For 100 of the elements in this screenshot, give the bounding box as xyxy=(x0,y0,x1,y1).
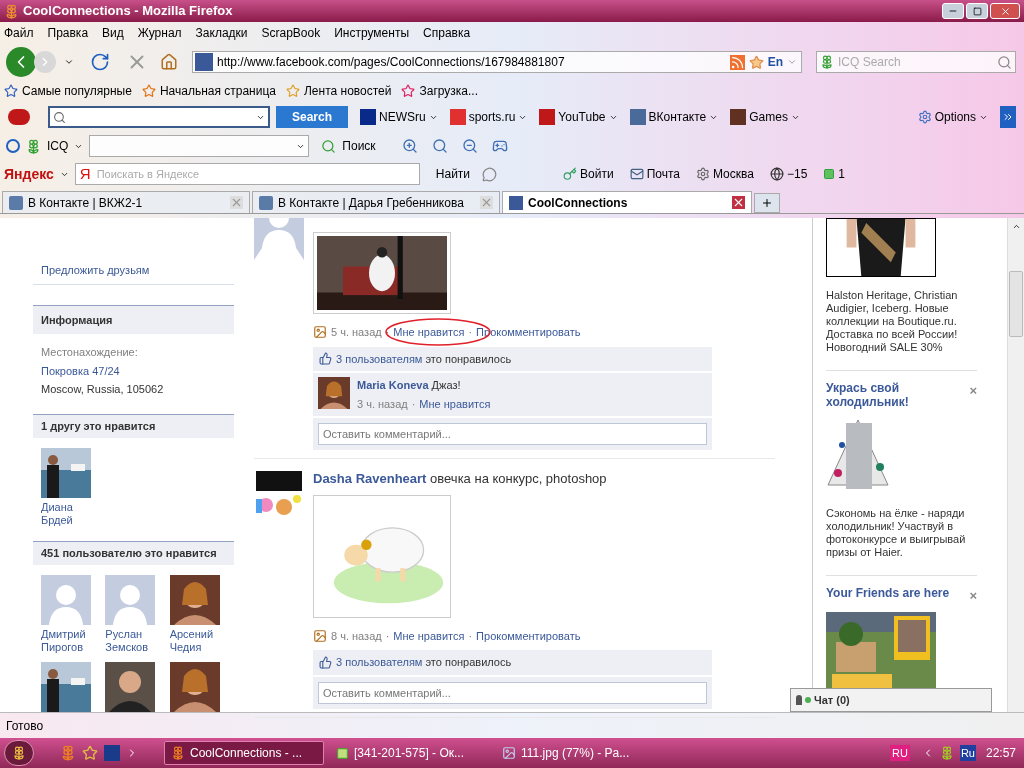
ad-close-button[interactable]: × xyxy=(969,586,977,606)
zoom-in-icon[interactable] xyxy=(401,138,418,154)
zoom-reset-icon[interactable] xyxy=(431,138,448,154)
firefox-icon[interactable] xyxy=(60,745,76,761)
more-button[interactable] xyxy=(1000,106,1016,128)
tab-close-icon[interactable] xyxy=(732,196,745,209)
author-link[interactable]: Dasha Ravenheart xyxy=(313,471,427,486)
taskbar-window[interactable]: [341-201-575] - Ок... xyxy=(330,741,490,765)
toolbar-link[interactable]: NEWSru xyxy=(379,108,426,126)
toolbar-item[interactable]: Войти xyxy=(580,165,614,183)
likes-count-link[interactable]: 3 пользователям xyxy=(336,656,423,668)
toolbar-link[interactable]: ВКонтакте xyxy=(648,108,707,126)
bookmark-item[interactable]: Загрузка... xyxy=(419,82,478,100)
back-button[interactable] xyxy=(6,47,36,77)
icq-search-field[interactable]: ICQ Search xyxy=(816,51,1016,73)
comment-input[interactable]: Оставить комментарий... xyxy=(318,681,707,704)
browser-tab[interactable]: CoolConnections xyxy=(502,191,752,213)
language-indicator[interactable]: RU xyxy=(890,744,910,762)
address-bar[interactable]: http://www.facebook.com/pages/CoolConnections/167984881807 En xyxy=(192,51,802,73)
ask-search-field[interactable] xyxy=(48,106,270,128)
browser-tab[interactable]: В Контакте | ВКЖ2-1 xyxy=(2,191,250,213)
comment-input[interactable]: Оставить комментарий... xyxy=(318,423,707,445)
ad-title[interactable]: Your Friends are here xyxy=(826,586,950,606)
language-indicator[interactable]: En xyxy=(767,53,783,71)
news-logo-icon xyxy=(360,109,376,125)
search-input[interactable]: Поискать в Яндексе xyxy=(96,165,415,183)
ad-title[interactable]: Укрась свой холодильник! xyxy=(826,381,966,409)
comment-like-link[interactable]: Мне нравится xyxy=(419,395,491,412)
maximize-button[interactable] xyxy=(966,3,988,19)
comment-author-link[interactable]: Maria Koneva xyxy=(357,379,429,391)
search-input[interactable]: ICQ Search xyxy=(838,53,993,71)
scrollbar[interactable] xyxy=(1007,218,1024,712)
bookmark-item[interactable]: Лента новостей xyxy=(304,82,392,100)
menu-item[interactable]: Инструменты xyxy=(334,24,410,42)
comment-link[interactable]: Прокомментировать xyxy=(476,627,581,644)
like-link[interactable]: Мне нравится xyxy=(393,627,465,644)
tray-icon[interactable] xyxy=(939,746,954,760)
bookmark-star-icon[interactable] xyxy=(748,54,764,70)
likes-text: 3 пользователям это понравилось xyxy=(336,655,512,670)
icq-search-button[interactable]: Поиск xyxy=(342,137,376,155)
bookmark-item[interactable]: Самые популярные xyxy=(22,82,132,100)
scroll-up-icon[interactable] xyxy=(1011,222,1021,231)
home-icon[interactable] xyxy=(160,53,178,71)
search-icon[interactable] xyxy=(997,54,1012,70)
browser-tab[interactable]: В Контакте | Дарья Гребенникова xyxy=(252,191,500,213)
minimize-button[interactable] xyxy=(942,3,964,19)
scrollbar-thumb[interactable] xyxy=(1009,271,1023,337)
yandex-find-button[interactable]: Найти xyxy=(435,165,471,183)
bookmark-icon xyxy=(401,84,416,98)
suggest-friends-link[interactable]: Предложить друзьям xyxy=(33,262,234,285)
menu-item[interactable]: Файл xyxy=(4,24,34,42)
history-dropdown-icon[interactable] xyxy=(64,57,74,67)
menu-item[interactable]: Справка xyxy=(423,24,471,42)
ask-search-button[interactable]: Search xyxy=(276,106,348,128)
toolbar-link[interactable]: sports.ru xyxy=(468,108,516,126)
new-tab-button[interactable] xyxy=(754,193,780,213)
menu-item[interactable]: ScrapBook xyxy=(261,24,321,42)
toolbar-item[interactable]: −15 xyxy=(786,165,808,183)
toolbar-item[interactable]: 1 xyxy=(838,165,845,183)
menu-item[interactable]: Вид xyxy=(102,24,124,42)
options-button[interactable]: Options xyxy=(934,108,976,126)
bookmark-item[interactable]: Начальная страница xyxy=(159,82,276,100)
menu-item[interactable]: Закладки xyxy=(195,24,248,42)
start-button[interactable] xyxy=(4,740,34,766)
at-sign-icon[interactable] xyxy=(6,139,20,153)
speech-bubble-icon[interactable] xyxy=(482,166,498,182)
friend-name-link[interactable]: Диана Брдей xyxy=(41,500,96,527)
star-icon[interactable] xyxy=(82,745,98,761)
menu-item[interactable]: Журнал xyxy=(137,24,182,42)
reload-icon[interactable] xyxy=(90,52,110,72)
toolbar-item[interactable]: Почта xyxy=(646,165,680,183)
taskbar-window[interactable]: CoolConnections - ... xyxy=(164,741,324,765)
toolbar-item[interactable]: Москва xyxy=(713,165,754,183)
like-link[interactable]: Мне нравится xyxy=(393,324,465,341)
menu-item[interactable]: Правка xyxy=(47,24,89,42)
taskbar-window[interactable]: 111.jpg (77%) - Pa... xyxy=(496,741,656,765)
yandex-menu[interactable]: Яндекс xyxy=(4,163,54,185)
search-icon[interactable] xyxy=(321,138,337,154)
toolbar-link[interactable]: YouTube xyxy=(558,108,606,126)
tray-language[interactable]: Ru xyxy=(959,744,976,762)
chat-bar[interactable]: Чат (0) xyxy=(790,688,992,712)
icq-search-field[interactable] xyxy=(89,135,310,157)
rss-icon[interactable] xyxy=(729,54,745,70)
city-text: Moscow, Russia, 105062 xyxy=(41,382,165,397)
address-link[interactable]: Покровка 47/24 xyxy=(41,362,226,379)
friend-name-link[interactable]: Руслан Земсков xyxy=(105,627,161,654)
icq-menu[interactable]: ICQ xyxy=(47,137,69,155)
thumbs-up-icon xyxy=(319,352,332,366)
ad-close-button[interactable]: × xyxy=(969,381,977,409)
zoom-out-icon[interactable] xyxy=(461,138,478,154)
joystick-icon[interactable] xyxy=(491,138,508,154)
friend-name-link[interactable]: Дмитрий Пирогов xyxy=(41,627,96,654)
yandex-search-field[interactable]: Я Поискать в Яндексе xyxy=(74,163,420,185)
likes-count-link[interactable]: 3 пользователям xyxy=(336,352,423,365)
flower-icon[interactable] xyxy=(26,138,41,154)
toolbar-link[interactable]: Games xyxy=(749,108,788,126)
games-icon xyxy=(730,109,747,125)
vk-icon xyxy=(9,195,23,210)
close-button[interactable] xyxy=(990,3,1020,19)
friend-name-link[interactable]: Арсений Чедия xyxy=(169,627,225,654)
